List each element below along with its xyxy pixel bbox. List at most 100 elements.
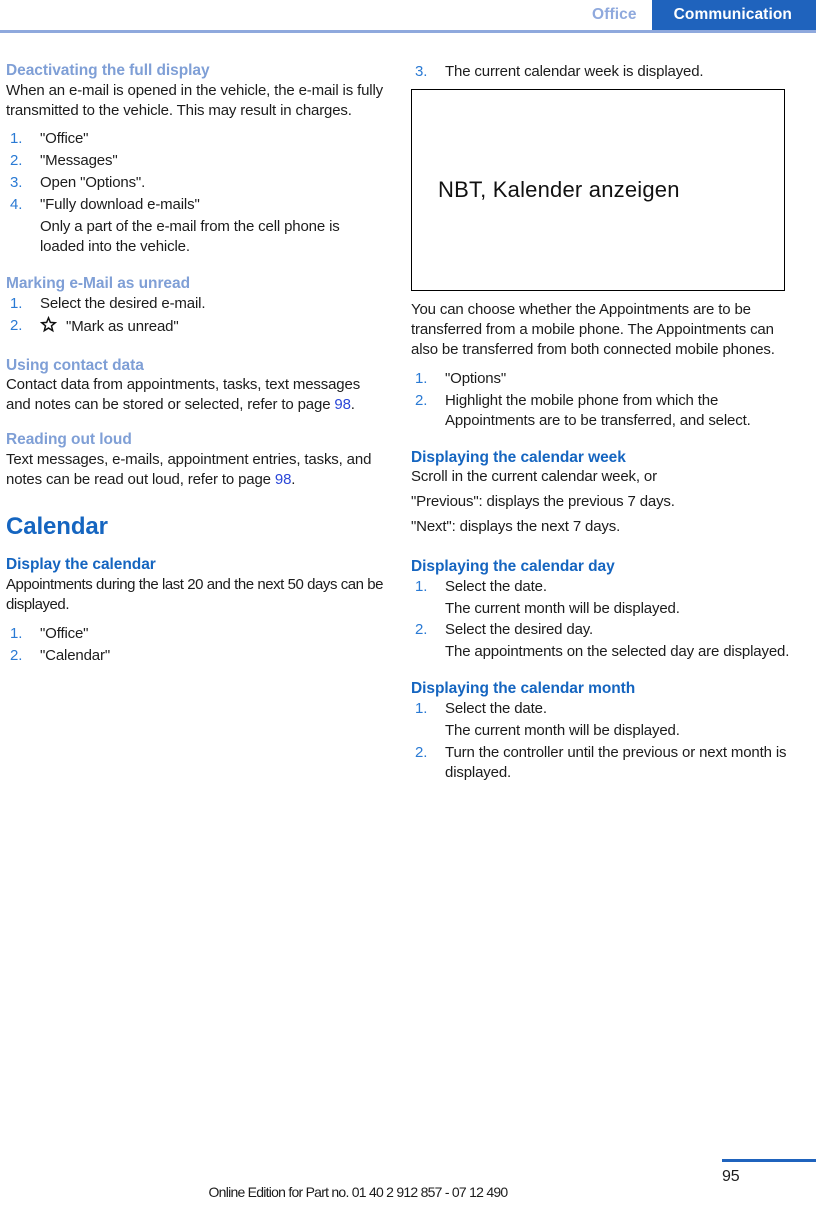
list-item: 1. "Options" (411, 369, 791, 389)
heading-display-the-calendar: Display the calendar (6, 556, 156, 574)
page-reference-link[interactable]: 98 (275, 471, 292, 488)
paragraph-text-after: . (350, 396, 355, 414)
figure-caption-text: NBT, Kalender anzeigen (438, 176, 680, 202)
step-number: 2. (415, 391, 428, 409)
step-text: Turn the controller until the previous o… (445, 743, 787, 781)
header-tab-communication[interactable]: Communication (651, 0, 816, 30)
page-header: Office Communication (0, 0, 816, 33)
heading-reading-out-loud: Reading out loud (6, 431, 132, 449)
star-outline-icon (39, 315, 58, 339)
paragraph-text-after: . (291, 470, 296, 488)
step-number: 1. (10, 294, 23, 312)
step-number: 1. (415, 699, 428, 717)
left-column: Deactivating the full display When an e-… (6, 62, 386, 668)
steps-marking-email-unread: 1. Select the desired e-mail. 2. "Mark a… (6, 294, 386, 339)
step-text: The current calendar week is displayed. (445, 63, 704, 80)
steps-appointments-transfer: 1. "Options" 2. Highlight the mobile pho… (411, 369, 791, 431)
paragraph-display-the-calendar: Appointments during the last 20 and the … (6, 575, 384, 613)
steps-displaying-calendar-day: 1. Select the date. (411, 577, 791, 597)
step-text: "Office" (40, 130, 89, 148)
step-number: 1. (10, 130, 23, 148)
heading-displaying-calendar-day: Displaying the calendar day (411, 557, 615, 575)
paragraph-reading-out-loud: Text messages, e-mails, appointment entr… (6, 450, 386, 490)
list-item: 1. Select the date. (411, 577, 791, 597)
steps-displaying-calendar-month-2: 2. Turn the controller until the previou… (411, 743, 791, 783)
list-item: 2. "Mark as unread" (6, 315, 386, 339)
list-item: 1. Select the desired e-mail. (6, 294, 386, 314)
page-number-rule (722, 1159, 816, 1162)
line-previous-option: "Previous": displays the previous 7 days… (411, 493, 675, 511)
figure-calendar-display: NBT, Kalender anzeigen (411, 88, 785, 291)
paragraph-text-before: Contact data from appointments, tasks, t… (6, 376, 361, 414)
step-text: Open "Options". (40, 174, 146, 192)
step-number: 2. (415, 743, 428, 761)
list-item: 1. Select the date. (411, 699, 791, 719)
step-number: 1. (415, 369, 428, 387)
step-number: 4. (10, 196, 23, 214)
list-item: 2. "Calendar" (6, 646, 386, 666)
step-text: Select the date. (445, 699, 547, 717)
page-reference-link[interactable]: 98 (334, 396, 351, 413)
steps-display-the-calendar: 1. "Office" 2. "Calendar" (6, 624, 386, 666)
list-item: 2. "Messages" (6, 151, 386, 171)
step-text: "Calendar" (40, 646, 111, 664)
list-item: 1. "Office" (6, 624, 386, 644)
note-current-month-displayed: The current month will be displayed. (445, 599, 680, 617)
chapter-title-calendar: Calendar (6, 512, 108, 540)
steps-deactivating-full-display: 1. "Office" 2. "Messages" 3. Open "Optio… (6, 129, 386, 215)
line-scroll-current-week: Scroll in the current calendar week, or (411, 468, 657, 486)
step-text: "Options" (445, 369, 506, 387)
step-text: Select the desired e-mail. (40, 294, 206, 312)
paragraph-text-before: Text messages, e-mails, appointment entr… (6, 450, 372, 488)
list-item: 3. Open "Options". (6, 173, 386, 193)
heading-using-contact-data: Using contact data (6, 356, 144, 374)
header-tab-office[interactable]: Office (578, 0, 652, 30)
step-note-partial-download: Only a part of the e-mail from the cell … (40, 218, 340, 256)
step-number: 1. (10, 624, 23, 642)
step-text: "Mark as unread" (66, 317, 179, 335)
footer-edition-note: Online Edition for Part no. 01 40 2 912 … (208, 1184, 509, 1200)
line-next-option: "Next": displays the next 7 days. (411, 518, 621, 536)
step-number: 2. (415, 621, 428, 639)
step-text: "Office" (40, 624, 89, 642)
step-text: Select the desired day. (445, 621, 594, 639)
heading-displaying-calendar-week: Displaying the calendar week (411, 448, 626, 466)
list-item: 1. "Office" (6, 129, 386, 149)
step-number: 2. (10, 316, 23, 334)
heading-marking-email-unread: Marking e-Mail as unread (6, 275, 190, 293)
paragraph-deactivating-intro: When an e-mail is opened in the vehicle,… (6, 81, 384, 119)
steps-displaying-calendar-day-2: 2. Select the desired day. (411, 620, 791, 640)
note-appointments-displayed: The appointments on the selected day are… (445, 643, 790, 661)
list-item: 2. Highlight the mobile phone from which… (411, 391, 791, 431)
list-item: 4. "Fully download e-mails" (6, 195, 386, 215)
step-number: 2. (10, 152, 23, 170)
paragraph-using-contact-data: Contact data from appointments, tasks, t… (6, 375, 386, 415)
page-footer: Online Edition for Part no. 01 40 2 912 … (0, 1146, 816, 1208)
heading-displaying-calendar-month: Displaying the calendar month (411, 680, 636, 698)
step-text: "Messages" (40, 152, 118, 170)
list-item: 3. The current calendar week is displaye… (411, 62, 791, 82)
list-item: 2. Turn the controller until the previou… (411, 743, 791, 783)
header-divider-rule (0, 30, 816, 33)
steps-displaying-calendar-month: 1. Select the date. (411, 699, 791, 719)
step-number: 1. (415, 577, 428, 595)
paragraph-appointments-transfer: You can choose whether the Appointments … (411, 300, 775, 358)
step-number: 3. (415, 63, 428, 80)
step-text: Select the date. (445, 577, 547, 595)
list-item: 2. Select the desired day. (411, 620, 791, 640)
heading-deactivating-full-display: Deactivating the full display (6, 62, 210, 79)
steps-continued-from-previous: 3. The current calendar week is displaye… (411, 62, 791, 82)
header-tabs: Office Communication (578, 0, 816, 30)
note-current-month-displayed: The current month will be displayed. (445, 721, 680, 739)
